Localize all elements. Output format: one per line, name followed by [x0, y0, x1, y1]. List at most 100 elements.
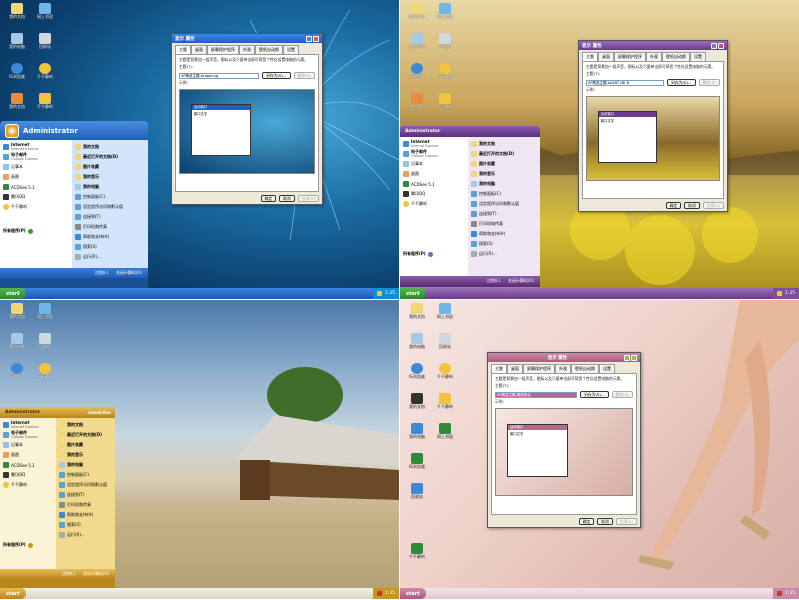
- menu-item-defaults[interactable]: 设定程序访问和默认值: [59, 480, 112, 490]
- menu-item-qq[interactable]: 腾讯QQ: [3, 192, 69, 202]
- logoff-button[interactable]: 注销(L): [95, 270, 108, 276]
- menu-item-printers[interactable]: 打印机和传真: [471, 219, 537, 229]
- help-button[interactable]: [623, 354, 630, 361]
- cancel-button[interactable]: 取消: [279, 195, 295, 202]
- desktop-icon-ie[interactable]: IE浏览器: [2, 363, 32, 387]
- menu-item-recent[interactable]: 最近打开的文档(D): [75, 152, 145, 162]
- menu-item-email[interactable]: 电子邮件 Outlook Express: [403, 149, 465, 159]
- tab-wallpaper[interactable]: 壁纸自动换: [662, 52, 690, 61]
- menu-item-qq[interactable]: 腾讯QQ: [3, 470, 53, 480]
- desktop-icon-my-documents[interactable]: 我的文档: [2, 3, 32, 27]
- apply-button[interactable]: 应用(A): [702, 202, 724, 209]
- desktop-icon-extra-3[interactable]: 我的电脑: [402, 423, 432, 447]
- menu-item-run[interactable]: 运行(R)...: [471, 249, 537, 259]
- ok-button[interactable]: 确定: [578, 518, 595, 525]
- desktop-icon-extra-6[interactable]: 回收站: [402, 483, 432, 507]
- close-button[interactable]: [630, 354, 637, 361]
- menu-item-control-panel[interactable]: 控制面板(C): [75, 192, 145, 202]
- desktop-icon-extra-2[interactable]: 千千静听: [30, 93, 60, 117]
- tab-settings[interactable]: 设置: [283, 45, 299, 54]
- menu-item-control-panel[interactable]: 控制面板(C): [59, 470, 112, 480]
- desktop-icon-player[interactable]: 千千静听: [430, 363, 460, 387]
- tray-icon[interactable]: [376, 591, 382, 596]
- theme-select[interactable]: XP精选主题-雅致粉色: [495, 391, 578, 398]
- menu-item-music[interactable]: 我的音乐: [471, 169, 537, 179]
- desktop-icon-player[interactable]: 千千静听: [430, 63, 460, 87]
- start-button[interactable]: start: [0, 588, 26, 599]
- desktop-icon-recycle-bin[interactable]: 回收站: [430, 33, 460, 57]
- tray-icon[interactable]: [376, 291, 382, 296]
- tab-wallpaper[interactable]: 壁纸自动换: [255, 45, 283, 54]
- desktop-icon-ie[interactable]: IE浏览器: [402, 363, 432, 387]
- desktop-icon-network[interactable]: 网上邻居: [430, 303, 460, 327]
- menu-item-run[interactable]: 运行(R)...: [75, 252, 145, 262]
- cancel-button[interactable]: 取消: [684, 202, 700, 209]
- shutdown-button[interactable]: 关闭计算机(U): [116, 270, 142, 276]
- desktop-icon-recycle-bin[interactable]: 回收站: [30, 33, 60, 57]
- menu-item-paint[interactable]: 画图: [3, 450, 53, 460]
- tray-icon[interactable]: [776, 291, 782, 296]
- all-programs-button[interactable]: 所有程序(P): [403, 249, 465, 259]
- help-button[interactable]: [711, 42, 717, 49]
- desktop-icon-my-documents[interactable]: 我的文档: [402, 303, 432, 327]
- desktop-icon-extra-7[interactable]: 千千静听: [402, 543, 432, 567]
- menu-item-email[interactable]: 电子邮件 Outlook Express: [3, 152, 69, 162]
- menu-item-qq[interactable]: 腾讯QQ: [403, 189, 465, 199]
- menu-item-player[interactable]: 千千静听: [3, 202, 69, 212]
- tab-screensaver[interactable]: 屏幕保护程序: [523, 364, 555, 373]
- desktop-icon-extra[interactable]: 我的文档: [402, 93, 432, 117]
- help-button[interactable]: [306, 35, 312, 42]
- all-programs-button[interactable]: 所有程序(P): [3, 540, 53, 550]
- desktop-icon-extra-2[interactable]: 千千静听: [430, 93, 460, 117]
- desktop-icon-network[interactable]: 网上邻居: [430, 3, 460, 27]
- menu-item-my-computer[interactable]: 我的电脑: [59, 460, 112, 470]
- desktop-icon-extra[interactable]: 我的文档: [2, 93, 32, 117]
- tab-screensaver[interactable]: 屏幕保护程序: [207, 45, 239, 54]
- tab-settings[interactable]: 设置: [690, 52, 706, 61]
- tab-screensaver[interactable]: 屏幕保护程序: [614, 52, 646, 61]
- menu-item-connect[interactable]: 连接到(T): [471, 209, 537, 219]
- tab-theme[interactable]: 主题: [491, 364, 507, 373]
- menu-item-printers[interactable]: 打印机和传真: [75, 222, 145, 232]
- menu-item-paint[interactable]: 画图: [3, 172, 69, 182]
- menu-item-my-docs[interactable]: 我的文档: [75, 142, 145, 152]
- menu-item-connect[interactable]: 连接到(T): [75, 212, 145, 222]
- menu-item-my-docs[interactable]: 我的文档: [59, 420, 112, 430]
- delete-button[interactable]: 删除(D): [611, 391, 633, 398]
- menu-item-acdsee[interactable]: ACDSee 5.1: [403, 179, 465, 189]
- desktop-icon-my-computer[interactable]: 我的电脑: [2, 333, 32, 357]
- saveas-button[interactable]: 另存为(S)...: [262, 72, 291, 79]
- tab-appearance[interactable]: 外观: [239, 45, 255, 54]
- desktop-icon-my-computer[interactable]: 我的电脑: [2, 33, 32, 57]
- start-button[interactable]: start: [0, 288, 26, 299]
- menu-item-email[interactable]: 电子邮件 Outlook Express: [3, 430, 53, 440]
- menu-item-music[interactable]: 我的音乐: [75, 172, 145, 182]
- tab-desktop[interactable]: 桌面: [191, 45, 207, 54]
- all-programs-button[interactable]: 所有程序(P): [3, 226, 69, 236]
- logoff-button[interactable]: 注销(L): [62, 571, 75, 577]
- menu-item-my-computer[interactable]: 我的电脑: [75, 182, 145, 192]
- menu-item-defaults[interactable]: 设定程序访问和默认值: [471, 199, 537, 209]
- desktop-icon-network[interactable]: 网上邻居: [30, 303, 60, 327]
- tab-theme[interactable]: 主题: [582, 52, 598, 61]
- desktop-icon-recycle-bin[interactable]: 回收站: [30, 333, 60, 357]
- menu-item-player[interactable]: 千千静听: [403, 199, 465, 209]
- apply-button[interactable]: 应用(A): [297, 195, 319, 202]
- desktop-icon-extra-4[interactable]: 网上邻居: [430, 423, 460, 447]
- desktop-icon-recycle-bin[interactable]: 回收站: [430, 333, 460, 357]
- theme-select[interactable]: XP精选主题-Aragorn\g: [179, 72, 260, 79]
- menu-item-internet[interactable]: Internet Internet Explorer: [3, 420, 53, 430]
- menu-item-notepad[interactable]: 记事本: [3, 440, 53, 450]
- desktop-icon-extra-2[interactable]: 千千静听: [430, 393, 460, 417]
- desktop-icon-my-computer[interactable]: 我的电脑: [402, 33, 432, 57]
- shutdown-button[interactable]: 关闭计算机(U): [83, 571, 109, 577]
- tab-settings[interactable]: 设置: [599, 364, 615, 373]
- desktop-icon-player[interactable]: 千千静听: [30, 63, 60, 87]
- desktop-icon-my-computer[interactable]: 我的电脑: [402, 333, 432, 357]
- menu-item-search[interactable]: 搜索(S): [59, 520, 112, 530]
- apply-button[interactable]: 应用(A): [615, 518, 637, 525]
- desktop-icon-ie[interactable]: IE浏览器: [2, 63, 32, 87]
- tray-icon[interactable]: [776, 591, 782, 596]
- tab-appearance[interactable]: 外观: [555, 364, 571, 373]
- desktop-icon-network[interactable]: 网上邻居: [30, 3, 60, 27]
